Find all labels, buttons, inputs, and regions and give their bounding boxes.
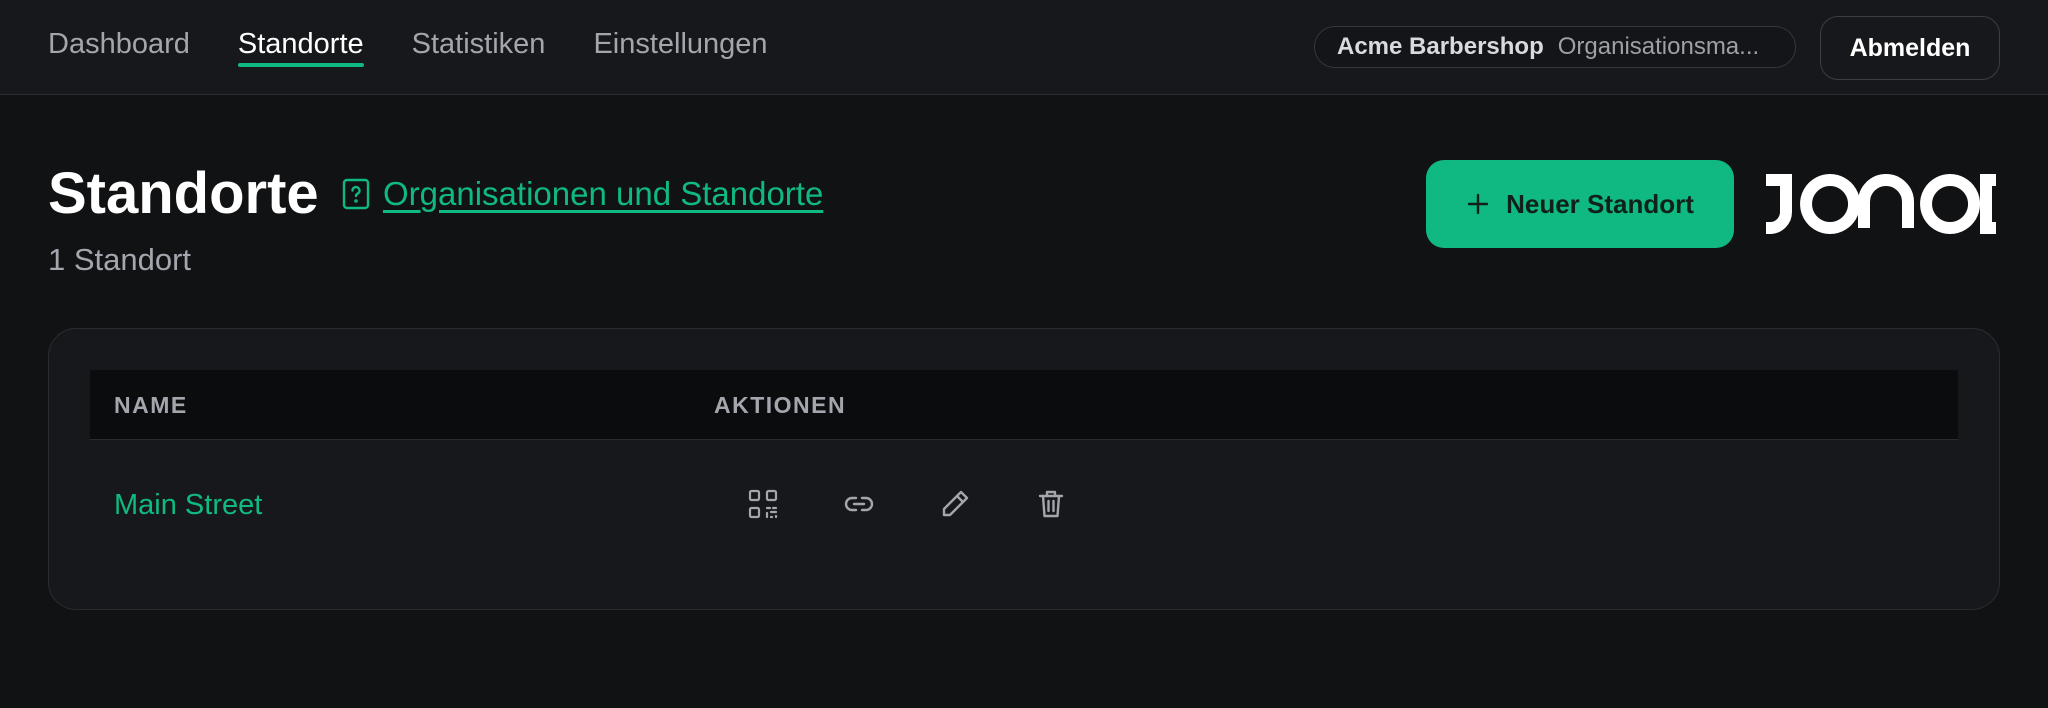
main-nav: Dashboard Standorte Statistiken Einstell… <box>48 0 768 95</box>
help-link-organisationen-und-standorte[interactable]: Organisationen und Standorte <box>383 172 823 216</box>
edit-icon <box>942 490 969 517</box>
nav-item-standorte[interactable]: Standorte <box>237 0 364 95</box>
link-icon <box>844 496 874 512</box>
qr-code-button[interactable] <box>740 481 786 527</box>
location-count: 1 Standort <box>48 242 192 277</box>
nav-item-statistiken[interactable]: Statistiken <box>412 0 546 95</box>
qr-code-icon <box>748 489 778 519</box>
page-title: Standorte <box>48 161 319 226</box>
copy-link-button[interactable] <box>836 481 882 527</box>
nav-item-einstellungen[interactable]: Einstellungen <box>593 0 767 95</box>
help-document-icon <box>342 178 370 210</box>
edit-button[interactable] <box>932 481 978 527</box>
nav-item-dashboard[interactable]: Dashboard <box>48 0 190 95</box>
brand-logo <box>1766 174 1996 234</box>
new-location-label: Neuer Standort <box>1506 188 1694 219</box>
organization-switcher[interactable]: Acme Barbershop Organisationsma... <box>1314 26 1796 68</box>
organization-name: Acme Barbershop <box>1337 33 1544 60</box>
logout-button[interactable]: Abmelden <box>1820 16 2000 80</box>
plus-icon <box>1467 193 1489 215</box>
column-header-aktionen: AKTIONEN <box>714 392 847 418</box>
trash-icon <box>1038 490 1064 518</box>
table-row: Main Street <box>90 441 1958 569</box>
top-navigation-bar: Dashboard Standorte Statistiken Einstell… <box>0 0 2048 95</box>
column-header-name: NAME <box>114 392 188 418</box>
delete-button[interactable] <box>1028 481 1074 527</box>
location-name-link[interactable]: Main Street <box>114 441 262 569</box>
table-header: NAME AKTIONEN <box>90 370 1958 440</box>
locations-card: NAME AKTIONEN Main Street <box>48 328 2000 610</box>
new-location-button[interactable]: Neuer Standort <box>1426 160 1734 248</box>
organization-role: Organisationsma... <box>1557 33 1760 60</box>
